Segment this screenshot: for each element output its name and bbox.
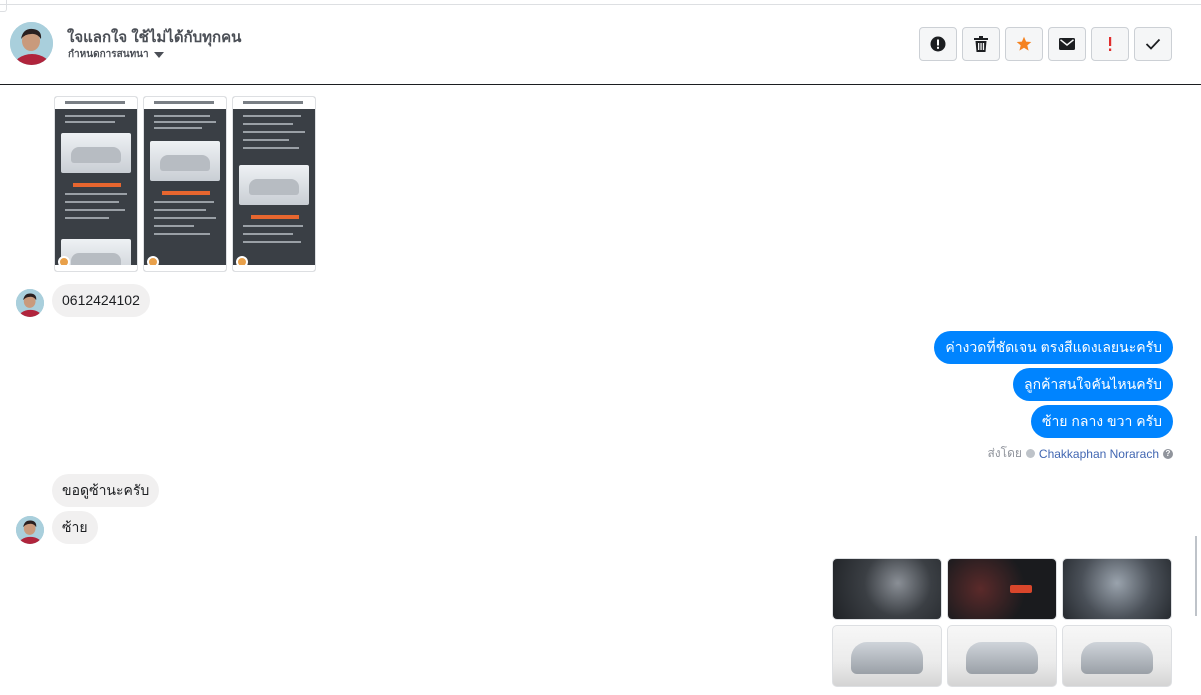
- car-photo[interactable]: [1062, 625, 1172, 687]
- contact-name[interactable]: ใจแลกใจ ใช้ไม่ได้กับทุกคน: [67, 25, 241, 49]
- contact-avatar-small[interactable]: [16, 516, 44, 544]
- caret-down-icon: [153, 52, 164, 58]
- assign-conversation-dropdown[interactable]: กำหนดการสนทนา: [68, 47, 164, 62]
- sent-by-info: ส่งโดย Chakkaphan Norarach ?: [987, 444, 1173, 463]
- scrollbar-thumb[interactable]: [1195, 536, 1197, 616]
- contact-avatar-small[interactable]: [16, 289, 44, 317]
- envelope-icon: [1059, 38, 1075, 50]
- outgoing-message[interactable]: ซ้าย กลาง ขวา ครับ: [1030, 405, 1173, 438]
- check-icon: [1145, 38, 1161, 50]
- exclamation-icon: [1109, 37, 1112, 51]
- page-icon: [1025, 449, 1035, 458]
- header-actions: [919, 27, 1172, 61]
- mark-spam-button[interactable]: [919, 27, 957, 61]
- star-icon: [1016, 36, 1032, 51]
- sent-by-agent-link[interactable]: Chakkaphan Norarach: [1039, 447, 1159, 461]
- shared-photos-grid: [832, 558, 1172, 687]
- mark-done-button[interactable]: [1134, 27, 1172, 61]
- contact-avatar[interactable]: [10, 22, 53, 65]
- outgoing-message[interactable]: ลูกค้าสนใจคันไหนครับ: [1013, 368, 1173, 401]
- conversation-view: ใจแลกใจ ใช้ไม่ได้กับทุกคน กำหนดการสนทนา: [0, 0, 1201, 695]
- screenshot-thumbnail[interactable]: [143, 96, 227, 272]
- assign-conversation-label: กำหนดการสนทนา: [68, 49, 149, 60]
- trash-icon: [974, 36, 988, 52]
- car-interior-photo[interactable]: [832, 558, 942, 620]
- avatar-image: [16, 516, 44, 544]
- outgoing-message[interactable]: ค่างวดที่ชัดเจน ตรงสีแดงเลยนะครับ: [934, 331, 1173, 364]
- car-photo[interactable]: [832, 625, 942, 687]
- incoming-message[interactable]: ซ้าย: [52, 511, 98, 544]
- conversation-header: ใจแลกใจ ใช้ไม่ได้กับทุกคน กำหนดการสนทนา: [0, 5, 1201, 85]
- follow-up-button[interactable]: [1091, 27, 1129, 61]
- car-dashboard-photo[interactable]: [947, 558, 1057, 620]
- screenshot-thumbnail[interactable]: [232, 96, 316, 272]
- car-engine-photo[interactable]: [1062, 558, 1172, 620]
- star-button[interactable]: [1005, 27, 1043, 61]
- sent-by-label: ส่งโดย: [987, 446, 1022, 460]
- avatar-image: [10, 22, 53, 65]
- help-icon[interactable]: ?: [1163, 448, 1173, 459]
- delete-button[interactable]: [962, 27, 1000, 61]
- alert-circle-icon: [930, 36, 946, 52]
- screenshot-thumbnail[interactable]: [54, 96, 138, 272]
- shared-screenshots: [54, 96, 316, 272]
- car-photo[interactable]: [947, 625, 1057, 687]
- avatar-image: [16, 289, 44, 317]
- incoming-message[interactable]: 0612424102: [52, 284, 150, 317]
- incoming-message[interactable]: ขอดูซ้านะครับ: [52, 474, 160, 507]
- mark-unread-button[interactable]: [1048, 27, 1086, 61]
